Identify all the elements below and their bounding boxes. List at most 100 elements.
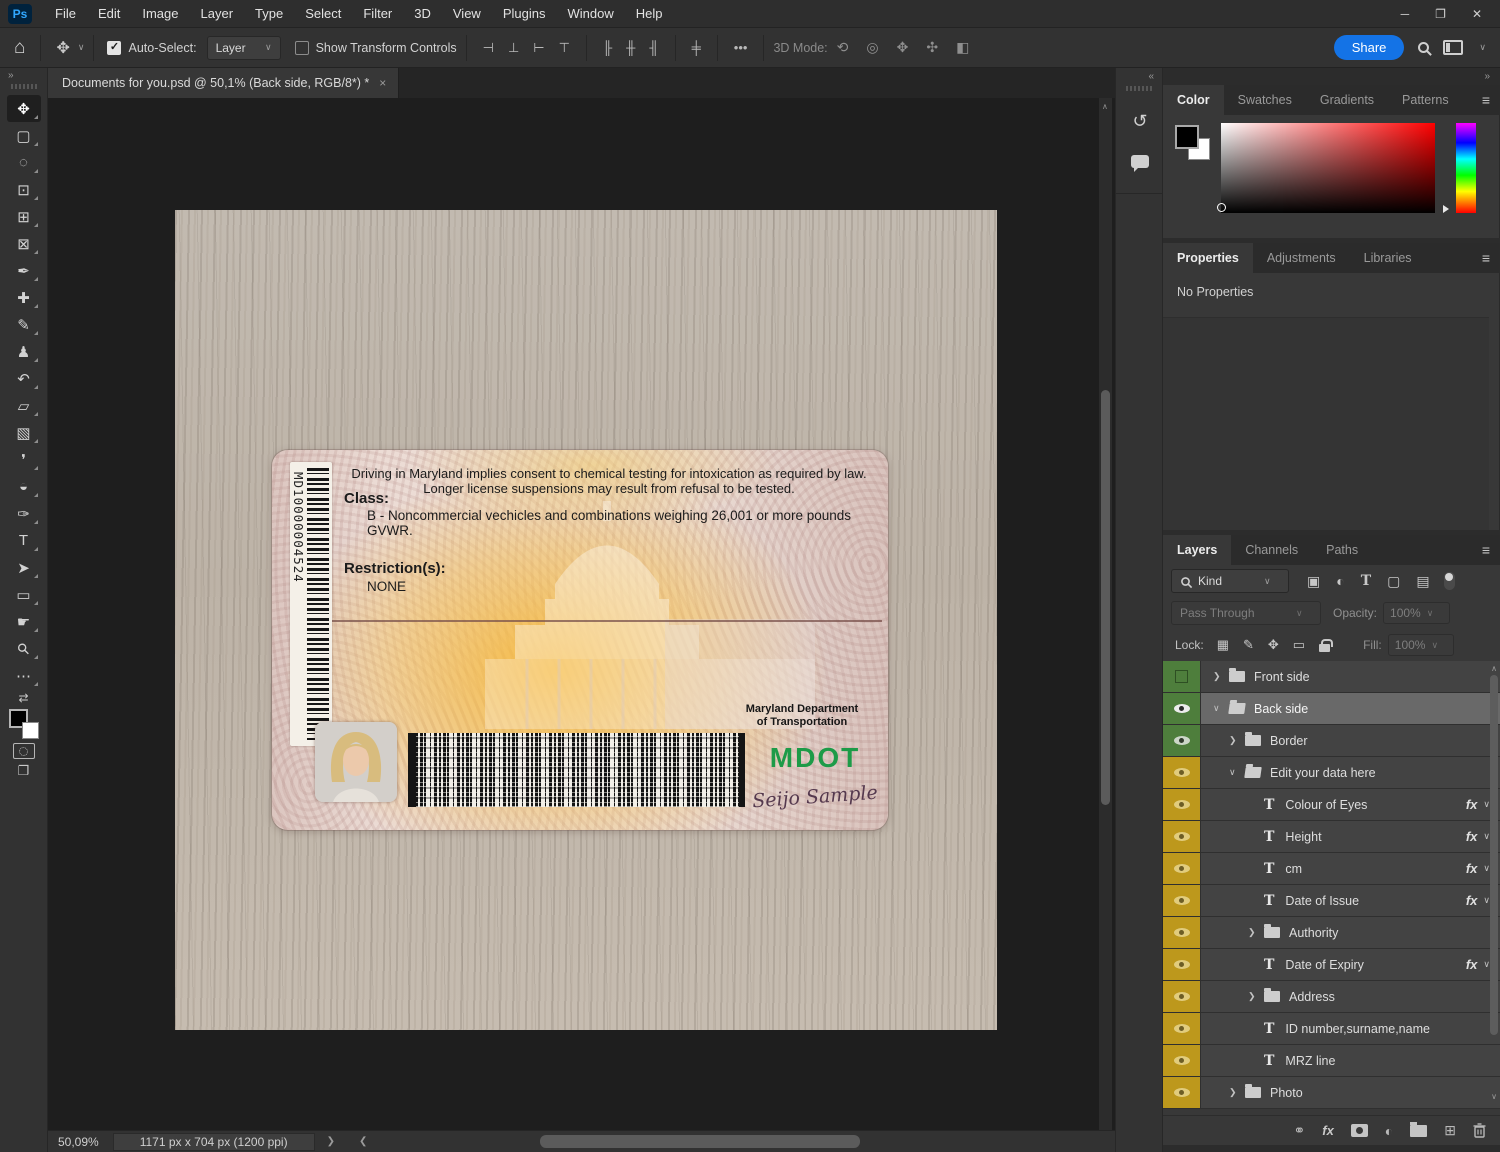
layer-row-id-number-surname-name[interactable]: T ID number,surname,name [1163, 1013, 1500, 1045]
menu-window[interactable]: Window [556, 0, 624, 28]
tab-gradients[interactable]: Gradients [1306, 85, 1388, 115]
status-prev-icon[interactable]: ❮ [347, 1136, 379, 1147]
chevron-down-icon[interactable]: ∨ [76, 42, 85, 53]
panel-menu-icon[interactable]: ≡ [1482, 542, 1490, 558]
toolbar-expand-icon[interactable]: » [0, 68, 47, 81]
menu-view[interactable]: View [442, 0, 492, 28]
hand-tool[interactable]: ☛ [7, 608, 41, 635]
marquee-tool[interactable]: ▢ [7, 122, 41, 149]
chevron-right-icon[interactable]: ❯ [1229, 735, 1245, 746]
tab-swatches[interactable]: Swatches [1224, 85, 1306, 115]
layer-row-authority[interactable]: ❯ Authority [1163, 917, 1500, 949]
chevron-right-icon[interactable]: ❯ [1213, 671, 1229, 682]
lock-artboard-icon[interactable]: ▭ [1286, 637, 1312, 653]
visibility-toggle[interactable] [1163, 917, 1201, 948]
menu-type[interactable]: Type [244, 0, 294, 28]
lasso-tool[interactable]: ◌ [7, 149, 41, 176]
crop-tool[interactable]: ⊞ [7, 203, 41, 230]
layer-row-border[interactable]: ❯ Border [1163, 725, 1500, 757]
frame-tool[interactable]: ⊠ [7, 230, 41, 257]
type-tool[interactable]: T [7, 527, 41, 554]
slide-3d-icon[interactable]: ✣ [917, 39, 947, 56]
new-group-icon[interactable] [1410, 1125, 1427, 1137]
home-icon[interactable]: ⌂ [0, 37, 31, 59]
filter-smart-objects-icon[interactable]: ▤ [1408, 573, 1437, 590]
collapse-panels-icon[interactable]: » [1163, 68, 1500, 85]
fill-value[interactable]: 100% ∨ [1388, 634, 1455, 656]
layer-row-colour-of-eyes[interactable]: T Colour of Eyes fx∨ [1163, 789, 1500, 821]
align-center-h-icon[interactable]: ⊥ [501, 40, 526, 56]
new-layer-icon[interactable]: ⊞ [1444, 1122, 1456, 1139]
distribute-center-icon[interactable]: ╫ [619, 40, 642, 55]
menu-3d[interactable]: 3D [403, 0, 442, 28]
horizontal-scroll-thumb[interactable] [540, 1135, 860, 1148]
status-next-icon[interactable]: ❯ [315, 1136, 347, 1147]
visibility-toggle[interactable] [1163, 949, 1201, 980]
history-brush-tool[interactable]: ↶ [7, 365, 41, 392]
layer-row-date-of-issue[interactable]: T Date of Issue fx∨ [1163, 885, 1500, 917]
expand-panels-icon[interactable]: « [1116, 68, 1162, 82]
chevron-down-icon[interactable]: ∨ [1483, 831, 1490, 842]
toolbar-grip[interactable] [11, 84, 37, 89]
chevron-right-icon[interactable]: ❯ [1229, 1087, 1245, 1098]
filter-toggle-icon[interactable] [1444, 572, 1455, 590]
hue-slider[interactable] [1456, 123, 1476, 213]
tab-patterns[interactable]: Patterns [1388, 85, 1463, 115]
distribute-bottom-icon[interactable]: ╢ [642, 40, 665, 55]
visibility-toggle[interactable] [1163, 789, 1201, 820]
screen-mode-icon[interactable]: ❐ [18, 763, 30, 783]
chevron-right-icon[interactable]: ❯ [1248, 991, 1264, 1002]
auto-select-dropdown[interactable]: Layer ∨ [207, 36, 281, 60]
path-select-tool[interactable]: ➤ [7, 554, 41, 581]
canvas-vertical-scrollbar[interactable]: ∧ [1099, 98, 1112, 1130]
zoom-tool[interactable]: ⚲ [7, 635, 41, 662]
fx-icon[interactable]: fx [1466, 861, 1478, 876]
panel-menu-icon[interactable]: ≡ [1482, 250, 1490, 266]
strip-grip[interactable] [1126, 86, 1152, 91]
visibility-toggle[interactable] [1163, 1045, 1201, 1076]
zoom-level[interactable]: 50,09% [48, 1135, 113, 1149]
camera-3d-icon[interactable]: ◧ [947, 39, 978, 56]
swap-colors-icon[interactable]: ⇄ [18, 691, 28, 705]
eyedropper-tool[interactable]: ✒ [7, 257, 41, 284]
document-info[interactable]: 1171 px x 704 px (1200 ppi) [113, 1133, 315, 1151]
visibility-toggle[interactable] [1163, 981, 1201, 1012]
close-tab-icon[interactable]: × [379, 76, 386, 90]
distribute-top-icon[interactable]: ╟ [596, 40, 619, 55]
chevron-right-icon[interactable]: ❯ [1248, 927, 1264, 938]
panel-menu-icon[interactable]: ≡ [1482, 92, 1490, 108]
minimize-icon[interactable]: ─ [1401, 7, 1410, 21]
layer-row-date-of-expiry[interactable]: T Date of Expiry fx∨ [1163, 949, 1500, 981]
layer-row-photo[interactable]: ❯ Photo [1163, 1077, 1500, 1109]
history-panel-icon[interactable]: ↺ [1116, 101, 1164, 141]
tab-channels[interactable]: Channels [1231, 535, 1312, 565]
visibility-toggle[interactable] [1163, 693, 1201, 724]
orbit-3d-icon[interactable]: ⟲ [828, 39, 858, 56]
layer-row-edit-your-data-here[interactable]: ∨ Edit your data here [1163, 757, 1500, 789]
workspace-icon[interactable] [1443, 40, 1463, 55]
rectangle-tool[interactable]: ▭ [7, 581, 41, 608]
more-options-icon[interactable]: ••• [727, 40, 755, 55]
pen-tool[interactable]: ✑ [7, 500, 41, 527]
menu-help[interactable]: Help [625, 0, 674, 28]
close-icon[interactable]: ✕ [1472, 7, 1482, 21]
blend-mode-dropdown[interactable]: Pass Through ∨ [1171, 601, 1321, 625]
visibility-toggle[interactable] [1163, 821, 1201, 852]
foreground-background-swatches[interactable] [9, 709, 39, 739]
filter-type-layers-icon[interactable]: T [1353, 573, 1379, 589]
healing-brush-tool[interactable]: ✚ [7, 284, 41, 311]
chevron-down-icon[interactable]: ∨ [1483, 959, 1490, 970]
scroll-up-icon[interactable]: ∧ [1491, 664, 1497, 673]
show-transform-checkbox[interactable] [295, 41, 309, 55]
layer-row-height[interactable]: T Height fx∨ [1163, 821, 1500, 853]
color-picker-marker[interactable] [1217, 203, 1226, 212]
comments-panel-icon[interactable] [1116, 141, 1164, 181]
vertical-scroll-thumb[interactable] [1101, 390, 1110, 805]
menu-plugins[interactable]: Plugins [492, 0, 557, 28]
visibility-toggle[interactable] [1163, 853, 1201, 884]
document-tab[interactable]: Documents for you.psd @ 50,1% (Back side… [48, 68, 399, 98]
visibility-toggle[interactable] [1163, 661, 1201, 692]
visibility-toggle[interactable] [1163, 1013, 1201, 1044]
chevron-down-icon[interactable]: ∨ [1477, 42, 1486, 53]
align-top-icon[interactable]: ⊤ [552, 40, 577, 56]
